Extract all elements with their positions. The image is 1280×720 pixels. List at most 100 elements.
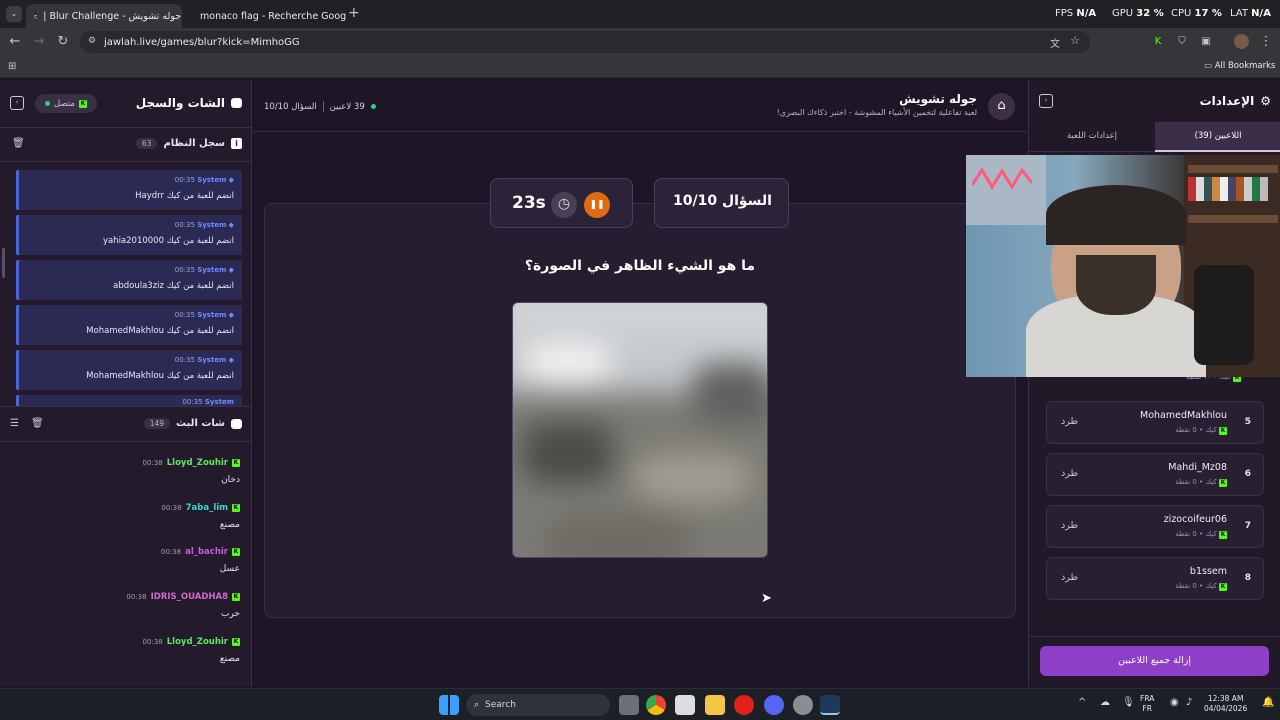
shield-icon[interactable]: ⛉ [1174,34,1190,50]
trash-icon[interactable]: 🗑 [31,418,44,429]
apps-grid-icon[interactable]: ⊞ [8,61,16,72]
browser-toolbar: ← → ↻ ⚙ jawlah.live/games/blur?kick=Mimh… [0,28,1280,56]
webcam-overlay [966,155,1280,377]
tray-wifi-icon[interactable]: ◉ [1170,697,1179,708]
message-time: 00:35 [174,311,195,319]
url-text: jawlah.live/games/blur?kick=MimhoGG [104,36,300,48]
browser-tab-blur-challenge[interactable]: ج جوله تشويش - Blur Challenge | × [26,4,182,28]
shield-icon: ◆ [228,176,234,184]
tab-players[interactable]: اللاعبين (39) [1155,122,1280,152]
player-meta-row: K كيك • 0 نقطة [1175,530,1227,539]
username[interactable]: IDRIS_OUADHA8 [151,592,228,602]
message-meta: 00:35 System ◆ [175,356,234,364]
username[interactable]: 7aba_lim [186,503,228,513]
opera-icon[interactable] [734,695,754,715]
question-counter-small: السؤال 10/10 [264,101,317,112]
player-card: 5 MohamedMakhlou K كيك • 0 نقطة طرد [1046,401,1264,444]
tray-chevron-icon[interactable]: ^ [1078,697,1086,708]
message-text: حرب [220,609,240,619]
players-list[interactable]: K كيك • ١٠ نقطة 5 MohamedMakhlou K كيك •… [1029,360,1280,625]
scrollbar-thumb[interactable] [2,248,5,278]
extension-icon[interactable]: K [1150,34,1166,50]
divider [322,101,324,112]
message-time: 00:38 [142,638,163,646]
clock[interactable]: 12:38 AM 04/04/2026 [1204,694,1247,714]
system-log-list[interactable]: 00:35 System ◆ Haydrr انضم للعبة من كيك … [0,164,252,406]
settings-app-icon[interactable] [793,695,813,715]
notification-bell-icon[interactable]: 🔔 [1262,697,1274,708]
sender-name: System [197,356,227,364]
username[interactable]: Lloyd_Zouhir [167,458,228,468]
trash-icon[interactable]: 🗑 [12,138,25,149]
message-meta: 00:35 System ◆ [175,266,234,274]
message-text: Haydrr انضم للعبة من كيك [135,191,234,201]
kick-logo-icon: K [232,504,240,512]
remove-all-players-button[interactable]: إزالة جميع اللاعبين [1040,646,1269,676]
chat-panel-title: الشات والسجل [136,96,242,110]
footer-divider [1029,636,1280,637]
sender-name: System [197,176,227,184]
clock-date: 04/04/2026 [1204,704,1248,713]
message-meta: 00:35 System ◆ [175,311,234,319]
forward-icon[interactable]: → [31,34,47,50]
message-text: مصنع [219,520,240,530]
fps-stat: FPS N/A [1055,8,1096,19]
app-icon[interactable] [675,695,695,715]
browser-tab-monaco-flag[interactable]: monaco flag - Recherche Goog × [186,4,346,28]
username[interactable]: Lloyd_Zouhir [167,637,228,647]
stream-chat-list[interactable]: 00:38 Lloyd_Zouhir K دخان 00:38 7aba_lim K م… [0,458,240,683]
chat-message-head: 00:38 Lloyd_Zouhir K [143,637,240,647]
taskbar-search[interactable]: ⌕ Search [466,694,610,716]
steam-icon[interactable] [820,695,840,715]
message-time: 00:38 [126,593,147,601]
kick-player-button[interactable]: طرد [1061,572,1078,583]
translate-icon[interactable]: 文 [1050,35,1060,50]
collapse-panel-icon[interactable]: ‹ [10,96,24,110]
discord-icon[interactable] [764,695,784,715]
home-button[interactable]: ⌂ [988,93,1015,120]
message-text: عسل [219,564,240,574]
stat-label: CPU [1171,8,1192,19]
gpu-stat: GPU 32 % [1112,8,1164,19]
profile-avatar[interactable] [1234,34,1249,49]
chat-message: 00:38 al_bachir K عسل [0,547,240,587]
shield-icon: ◆ [228,221,234,229]
address-bar[interactable]: ⚙ jawlah.live/games/blur?kick=MimhoGG 文 … [80,31,1090,53]
extensions-puzzle-icon[interactable]: ▣ [1198,34,1214,50]
bookmark-star-icon[interactable]: ☆ [1070,34,1080,47]
language-indicator[interactable]: FRA FR [1140,694,1154,714]
message-time: 00:35 [174,266,195,274]
stream-chat-header: ☰ 🗑 شات البث 149 [0,406,252,442]
tab-game-settings[interactable]: إعدادات اللعبة [1029,122,1155,152]
kick-player-button[interactable]: طرد [1061,468,1078,479]
player-name: b1ssem [1189,566,1227,577]
task-view-icon[interactable] [619,695,639,715]
system-log-count: 63 [135,138,158,149]
back-icon[interactable]: ← [7,34,23,50]
clock-time: 12:38 AM [1207,694,1244,703]
kick-logo-icon: K [232,459,240,467]
connection-status-badge: K متصل [35,94,97,113]
pause-button[interactable]: ❚❚ [584,192,610,218]
tray-network-icon[interactable]: ☁ [1100,697,1110,708]
settings-title-text: الإعدادات [1199,94,1255,108]
kick-player-button[interactable]: طرد [1061,416,1078,427]
tab-search-button[interactable]: ⌄ [6,6,22,22]
tray-volume-icon[interactable]: ♪ [1186,697,1192,708]
tray-microphone-icon[interactable]: 🎙 [1122,697,1135,708]
system-message: 00:35 System [16,395,242,406]
menu-kebab-icon[interactable]: ⋮ [1258,34,1274,50]
windows-start-icon[interactable] [439,695,459,715]
new-tab-button[interactable]: + [348,5,360,21]
folder-icon: ▭ [1204,61,1213,71]
chrome-icon[interactable] [646,695,666,715]
filter-list-icon[interactable]: ☰ [10,418,19,429]
reload-icon[interactable]: ↻ [55,34,71,50]
message-text: مصنع [219,654,240,664]
all-bookmarks-link[interactable]: ▭ All Bookmarks [1204,61,1275,71]
collapse-panel-icon[interactable]: › [1039,94,1053,108]
file-explorer-icon[interactable] [705,695,725,715]
system-message: 00:35 System ◆ abdoula3ziz انضم للعبة من… [16,260,242,300]
kick-player-button[interactable]: طرد [1061,520,1078,531]
username[interactable]: al_bachir [185,547,228,557]
